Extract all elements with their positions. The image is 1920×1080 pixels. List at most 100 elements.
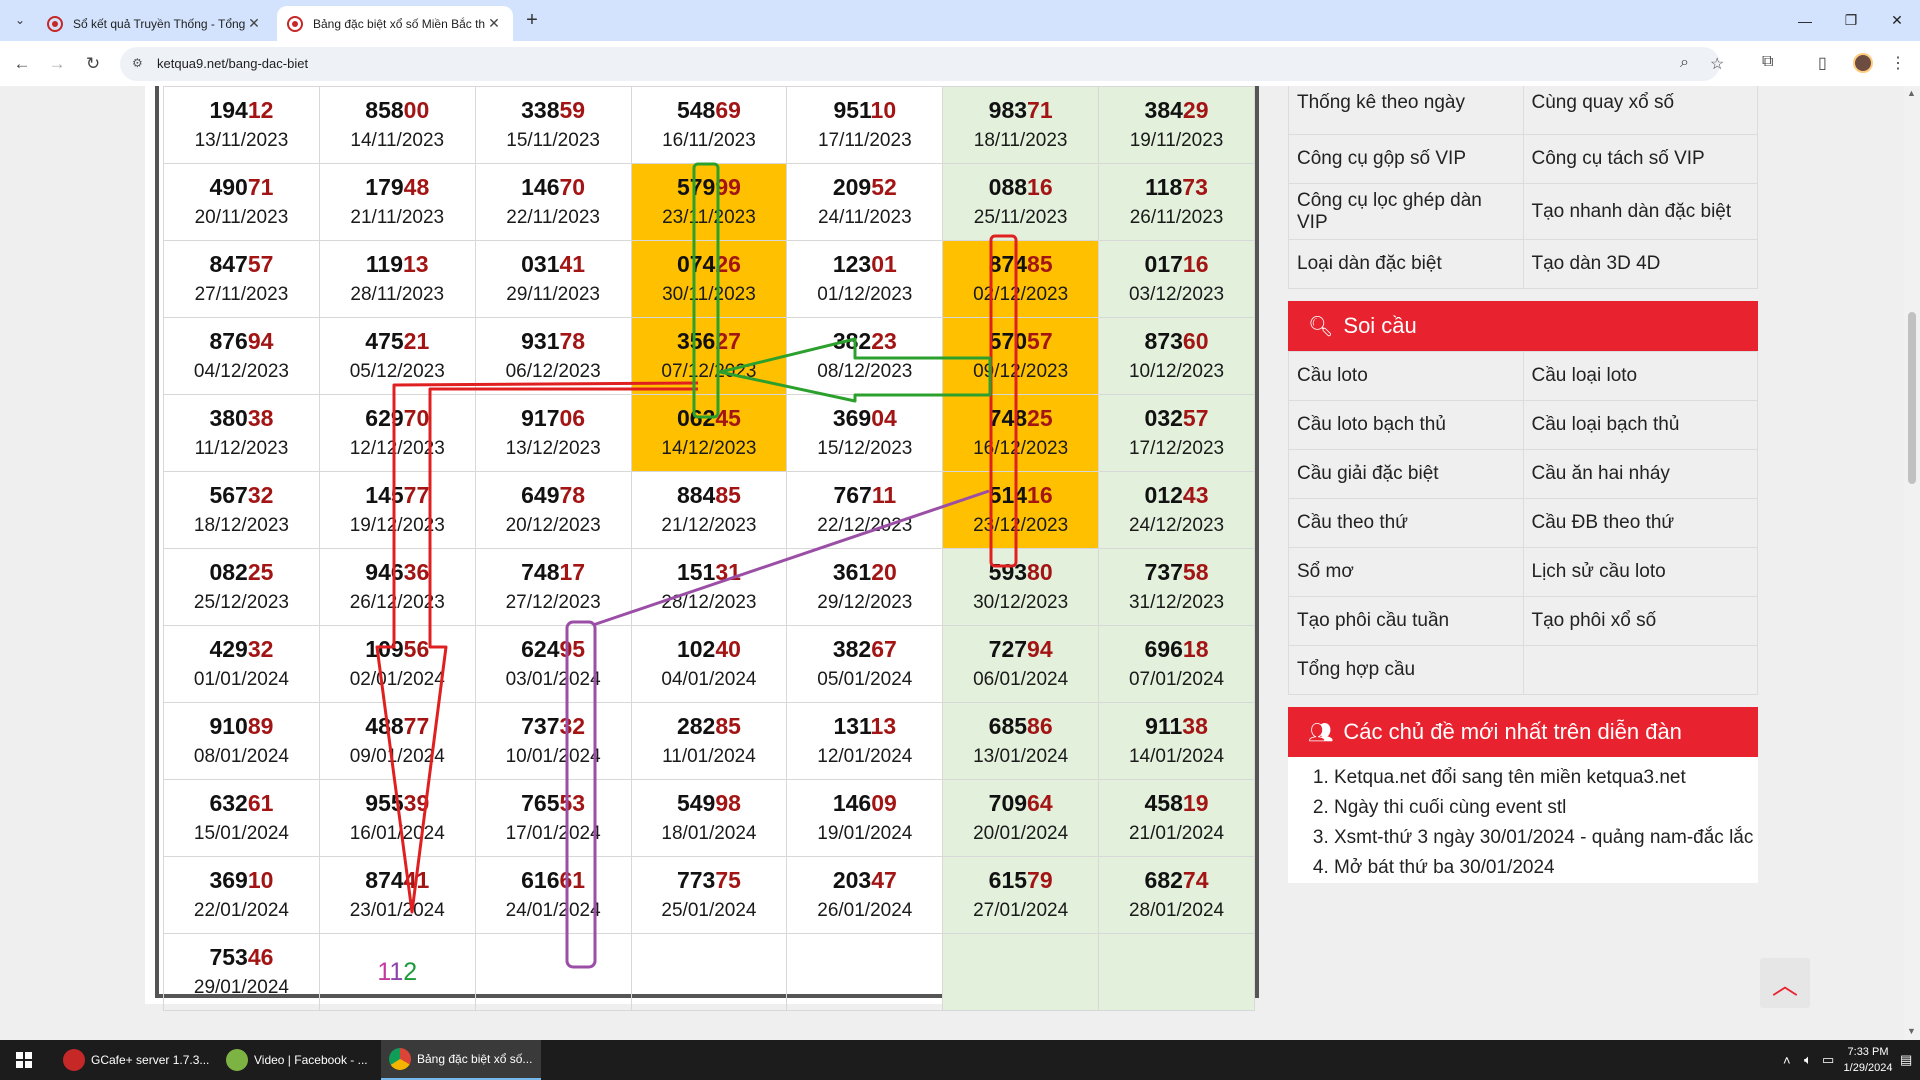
forum-topic-link[interactable]: Ngày thi cuối cùng event stl — [1334, 793, 1758, 823]
reload-icon[interactable]: ↻ — [80, 51, 106, 77]
taskbar-item-gcafe[interactable]: GCafe+ server 1.7.3... — [55, 1040, 215, 1080]
url-text[interactable]: ketqua9.net/bang-dac-biet — [157, 56, 308, 71]
close-tab-icon[interactable]: ✕ — [245, 15, 263, 32]
tab-search-menu-icon[interactable]: ⌄ — [8, 8, 32, 32]
vertical-scrollbar[interactable]: ▲ ▼ — [1904, 86, 1920, 1040]
minimize-button[interactable]: — — [1782, 0, 1828, 41]
back-arrow-icon[interactable]: ← — [9, 51, 35, 77]
new-tab-button[interactable]: + — [520, 8, 544, 32]
sidebar-link[interactable]: Tổng hợp cầu — [1288, 645, 1524, 695]
special-prize-number: 63261 — [164, 789, 319, 817]
sidebar-link[interactable]: Cầu giải đặc biệt — [1288, 449, 1524, 499]
special-prize-number: 73732 — [476, 712, 631, 740]
sidebar-link[interactable]: Lịch sử cầu loto — [1522, 547, 1758, 597]
number-prefix: 917 — [521, 405, 560, 431]
forum-topic-link[interactable]: Ketqua.net đổi sang tên miền ketqua3.net — [1334, 763, 1758, 793]
restore-button[interactable]: ❐ — [1828, 0, 1874, 41]
number-last-two-digits: 74 — [1182, 867, 1209, 893]
table-row: 36910 22/01/2024 87441 23/01/2024 61661 24/01… — [163, 856, 1255, 934]
result-cell: 94636 26/12/2023 — [318, 548, 476, 626]
number-prefix: 624 — [521, 636, 560, 662]
taskbar-item-chrome[interactable]: Bảng đặc biệt xổ số... — [381, 1040, 541, 1080]
number-last-two-digits: 52 — [871, 174, 897, 200]
gcafe-icon — [63, 1049, 85, 1071]
extensions-icon[interactable]: ⧉ — [1762, 53, 1773, 71]
draw-date: 26/11/2023 — [1129, 207, 1224, 228]
special-prize-number: 77375 — [632, 866, 787, 894]
sidebar-link[interactable]: Tạo dàn 3D 4D — [1522, 239, 1758, 289]
scrollbar-thumb[interactable] — [1908, 312, 1916, 484]
sidebar-link[interactable]: Công cụ tách số VIP — [1522, 134, 1758, 184]
sidebar-link[interactable]: Cầu ĐB theo thứ — [1522, 498, 1758, 548]
zoom-icon[interactable]: ⌕ — [1680, 54, 1689, 72]
sidebar-link[interactable]: Cầu ăn hai nháy — [1522, 449, 1758, 499]
sidebar-link[interactable]: Cầu loto — [1288, 351, 1524, 401]
special-prize-number: 85800 — [320, 96, 475, 124]
start-button[interactable] — [0, 1040, 48, 1080]
number-last-two-digits: 31 — [715, 559, 741, 585]
draw-date: 23/11/2023 — [662, 207, 756, 228]
number-last-two-digits: 01 — [871, 251, 897, 277]
draw-date: 10/12/2023 — [1128, 361, 1225, 382]
number-last-two-digits: 53 — [559, 790, 586, 816]
sidebar-link[interactable]: Thống kê theo ngày — [1288, 86, 1524, 135]
draw-date: 08/01/2024 — [193, 746, 289, 767]
network-icon[interactable]: ▭ — [1822, 1040, 1834, 1080]
special-prize-number: 48877 — [320, 712, 475, 740]
result-cell: 95539 16/01/2024 — [318, 779, 476, 857]
special-prize-number: 98371 — [943, 96, 1098, 124]
address-bar[interactable]: ⚙ ketqua9.net/bang-dac-biet ⌕ ☆ — [120, 47, 1724, 81]
special-prize-number: 08816 — [943, 173, 1098, 201]
draw-date: 29/12/2023 — [817, 592, 913, 613]
forum-topic-link[interactable]: Mở bát thứ ba 30/01/2024 — [1334, 853, 1758, 883]
special-prize-number: 91706 — [476, 404, 631, 432]
special-prize-number: 75346 — [164, 943, 319, 971]
sidebar-link[interactable]: Cầu theo thứ — [1288, 498, 1524, 548]
sidebar-link[interactable]: Tạo nhanh dàn đặc biệt — [1522, 183, 1758, 240]
sidebar-link[interactable]: Cùng quay xổ số — [1522, 86, 1758, 135]
profile-avatar[interactable] — [1853, 53, 1873, 73]
taskbar-item-facebook-video[interactable]: Video | Facebook - ... — [218, 1040, 378, 1080]
result-cell: 75346 29/01/2024 — [163, 933, 320, 1011]
tab-title: Sổ kết quả Truyền Thống - Tổng — [73, 16, 245, 31]
tray-chevron-icon[interactable]: ˄ — [1783, 1040, 1791, 1080]
table-row: 75346 29/01/2024 112 — [163, 933, 1255, 1011]
number-last-two-digits: 19 — [1182, 790, 1209, 816]
scroll-down-arrow-icon[interactable]: ▼ — [1907, 1026, 1916, 1036]
close-window-button[interactable]: ✕ — [1874, 0, 1920, 41]
sidebar-link[interactable]: Công cụ lọc ghép dàn VIP — [1288, 183, 1524, 240]
site-info-icon[interactable]: ⚙ — [132, 56, 148, 72]
sidebar-link[interactable]: Cầu loại loto — [1522, 351, 1758, 401]
sidebar-link[interactable]: Sổ mơ — [1288, 547, 1524, 597]
scroll-to-top-button[interactable]: ︿ — [1760, 958, 1810, 1008]
system-clock[interactable]: 7:33 PM 1/29/2024 — [1838, 1044, 1898, 1076]
tab-bang-dac-biet[interactable]: Bảng đặc biệt xổ số Miền Bắc th ✕ — [277, 6, 513, 41]
result-cell: 36910 22/01/2024 — [163, 856, 320, 934]
sidebar-link[interactable]: Tạo phôi xổ số — [1522, 596, 1758, 646]
special-prize-number: 73758 — [1099, 558, 1254, 586]
draw-date: 01/12/2023 — [817, 284, 913, 305]
sidebar-link[interactable]: Cầu loại bạch thủ — [1522, 400, 1758, 450]
clock-time: 7:33 PM — [1847, 1046, 1889, 1058]
forward-arrow-icon[interactable]: → — [44, 51, 70, 77]
volume-icon[interactable]: 🔈︎ — [1804, 1040, 1812, 1080]
number-last-two-digits: 59 — [559, 97, 586, 123]
notification-icon[interactable]: ▤ — [1900, 1040, 1912, 1080]
number-prefix: 858 — [365, 97, 404, 123]
sidebar-link[interactable]: Tạo phôi cầu tuần — [1288, 596, 1524, 646]
more-menu-icon[interactable]: ⋮ — [1890, 53, 1906, 73]
forum-topic-link[interactable]: Xsmt-thứ 3 ngày 30/01/2024 - quảng nam-đ… — [1334, 823, 1758, 853]
scroll-up-arrow-icon[interactable]: ▲ — [1907, 88, 1916, 98]
tab-ket-qua-truyen-thong[interactable]: Sổ kết quả Truyền Thống - Tổng ✕ — [37, 6, 273, 41]
number-last-two-digits: 41 — [559, 251, 586, 277]
sidebar-link[interactable]: Cầu loto bạch thủ — [1288, 400, 1524, 450]
side-panel-icon[interactable]: ▯ — [1818, 53, 1827, 73]
close-tab-icon[interactable]: ✕ — [485, 15, 503, 32]
special-prize-number: 36910 — [164, 866, 319, 894]
number-prefix: 031 — [521, 251, 560, 277]
sidebar-link[interactable]: Công cụ gộp số VIP — [1288, 134, 1524, 184]
number-last-two-digits: 16 — [1027, 174, 1053, 200]
result-cell: 38267 05/01/2024 — [786, 625, 944, 703]
bookmark-star-icon[interactable]: ☆ — [1710, 54, 1724, 74]
sidebar-link[interactable]: Loại dàn đặc biệt — [1288, 239, 1524, 289]
